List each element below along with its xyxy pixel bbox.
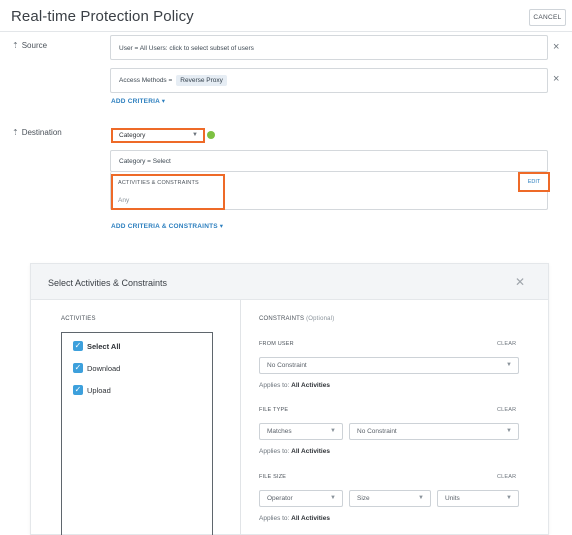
modal-header: Select Activities & Constraints ✕ <box>31 264 548 300</box>
chevron-down-icon: ▼ <box>506 428 512 434</box>
file-size-size-select[interactable]: Size ▼ <box>349 490 431 507</box>
modal-title: Select Activities & Constraints <box>48 278 168 288</box>
from-user-applies: Applies to: All Activities <box>259 382 330 389</box>
file-size-size-value: Size <box>357 495 370 502</box>
source-label: Source <box>21 41 48 50</box>
file-size-applies: Applies to: All Activities <box>259 515 330 522</box>
select-activities-modal: Select Activities & Constraints ✕ ACTIVI… <box>30 263 549 535</box>
activity-label: Upload <box>87 385 111 395</box>
file-size-operator-value: Operator <box>267 495 293 502</box>
activities-constraints-title: ACTIVITIES & CONSTRAINTS <box>118 180 199 186</box>
edit-button[interactable]: EDIT <box>518 172 550 192</box>
chevron-down-icon: ▼ <box>330 495 336 501</box>
applies-value: All Activities <box>291 448 330 455</box>
file-size-units-value: Units <box>445 495 460 502</box>
file-type-operator-select[interactable]: Matches ▼ <box>259 423 343 440</box>
activity-download[interactable]: ✓ Download <box>73 363 120 373</box>
chevron-down-icon: ▼ <box>330 428 336 434</box>
access-methods-field[interactable]: Access Methods = Reverse Proxy <box>110 68 548 93</box>
users-criteria-field[interactable]: User = All Users: click to select subset… <box>110 35 548 60</box>
activities-constraints-value: Any <box>118 197 130 204</box>
from-user-label: FROM USER <box>259 341 294 347</box>
modal-column-divider <box>240 300 241 535</box>
remove-access-criteria-close-icon[interactable]: × <box>553 74 559 85</box>
activities-heading: ACTIVITIES <box>61 316 96 322</box>
chevron-down-icon: ▼ <box>192 132 198 138</box>
upload-arrow-icon: ⇡ <box>12 41 19 50</box>
activities-list: ✓ Select All ✓ Download ✓ Upload <box>61 332 213 535</box>
applies-prefix: Applies to: <box>259 382 290 389</box>
from-user-select-value: No Constraint <box>267 362 307 369</box>
file-type-applies: Applies to: All Activities <box>259 448 330 455</box>
from-user-clear-link[interactable]: CLEAR <box>497 341 516 347</box>
access-methods-label: Access Methods = <box>119 77 173 84</box>
title-divider <box>0 31 572 32</box>
file-size-clear-link[interactable]: CLEAR <box>497 474 516 480</box>
constraints-heading-label: CONSTRAINTS <box>259 316 305 322</box>
file-type-label: FILE TYPE <box>259 407 289 413</box>
chevron-down-icon: ▼ <box>506 362 512 368</box>
file-size-operator-select[interactable]: Operator ▼ <box>259 490 343 507</box>
activity-upload[interactable]: ✓ Upload <box>73 385 111 395</box>
add-green-dot-icon[interactable] <box>207 131 215 139</box>
checkbox-checked-icon[interactable]: ✓ <box>73 363 83 373</box>
page-title: Real-time Protection Policy <box>11 8 194 25</box>
applies-value: All Activities <box>291 515 330 522</box>
from-user-select[interactable]: No Constraint ▼ <box>259 357 519 374</box>
add-criteria-constraints-link[interactable]: ADD CRITERIA & CONSTRAINTS ▾ <box>111 222 223 230</box>
activity-select-all[interactable]: ✓ Select All <box>73 341 121 351</box>
constraints-heading: CONSTRAINTS (Optional) <box>259 316 334 322</box>
category-select[interactable]: Category ▼ <box>111 128 205 143</box>
checkbox-checked-icon[interactable]: ✓ <box>73 385 83 395</box>
chevron-down-icon: ▼ <box>506 495 512 501</box>
add-criteria-link[interactable]: ADD CRITERIA ▾ <box>111 97 165 105</box>
file-size-units-select[interactable]: Units ▼ <box>437 490 519 507</box>
chevron-down-icon: ▼ <box>418 495 424 501</box>
applies-value: All Activities <box>291 382 330 389</box>
close-icon[interactable]: ✕ <box>515 275 525 289</box>
constraints-optional-label: (Optional) <box>306 316 335 322</box>
category-select-value: Category <box>119 132 146 139</box>
activity-label: Select All <box>87 341 121 351</box>
file-type-value-select[interactable]: No Constraint ▼ <box>349 423 519 440</box>
upload-arrow-icon: ⇡ <box>12 128 19 137</box>
file-type-select-value: No Constraint <box>357 428 397 435</box>
applies-prefix: Applies to: <box>259 515 290 522</box>
cancel-button[interactable]: CANCEL <box>529 9 566 26</box>
destination-label: Destination <box>21 128 62 137</box>
activity-label: Download <box>87 363 121 373</box>
policy-panel: Real-time Protection Policy CANCEL ⇡ Sou… <box>0 0 572 244</box>
category-criteria-field[interactable]: Category = Select <box>110 150 548 172</box>
file-type-clear-link[interactable]: CLEAR <box>497 407 516 413</box>
applies-prefix: Applies to: <box>259 448 290 455</box>
remove-users-criteria-close-icon[interactable]: × <box>553 42 559 53</box>
file-size-label: FILE SIZE <box>259 474 287 480</box>
file-type-operator-value: Matches <box>267 428 292 435</box>
source-section-label: ⇡ Source <box>12 41 47 50</box>
checkbox-checked-icon[interactable]: ✓ <box>73 341 83 351</box>
reverse-proxy-chip[interactable]: Reverse Proxy <box>176 75 227 86</box>
destination-section-label: ⇡ Destination <box>12 128 62 137</box>
